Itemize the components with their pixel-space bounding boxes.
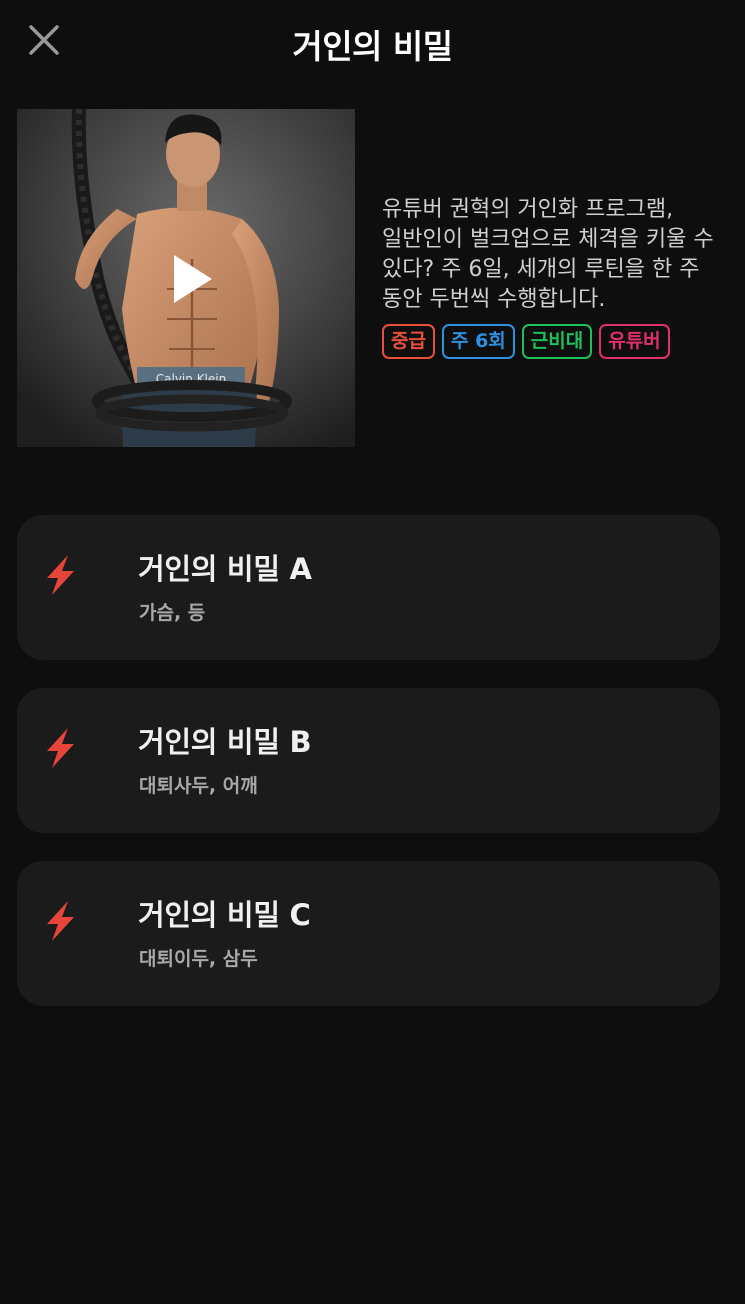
- tag-category: 유튜버: [599, 324, 670, 359]
- play-icon[interactable]: [162, 249, 222, 309]
- tag-goal: 근비대: [521, 324, 593, 359]
- routine-title: 거인의 비밀 A: [138, 552, 312, 586]
- program-tags: 중급 주 6회 근비대 유튜버: [382, 324, 670, 359]
- lightning-icon: [47, 555, 74, 595]
- routine-title: 거인의 비밀 B: [138, 725, 312, 759]
- routine-card-b[interactable]: 거인의 비밀 B 대퇴사두, 어깨: [17, 688, 720, 833]
- program-video-thumbnail[interactable]: Calvin Klein: [17, 109, 355, 447]
- routine-card-c[interactable]: 거인의 비밀 C 대퇴이두, 삼두: [17, 861, 720, 1006]
- header: 거인의 비밀: [0, 0, 745, 88]
- lightning-icon: [47, 728, 74, 768]
- routine-subtitle: 가슴, 등: [139, 602, 206, 624]
- tag-frequency: 주 6회: [441, 324, 515, 359]
- routine-list: 거인의 비밀 A 가슴, 등 거인의 비밀 B 대퇴사두, 어깨 거인의 비밀 …: [17, 515, 720, 1034]
- routine-card-a[interactable]: 거인의 비밀 A 가슴, 등: [17, 515, 720, 660]
- tag-level: 중급: [382, 324, 435, 359]
- page-title: 거인의 비밀: [292, 27, 453, 66]
- routine-title: 거인의 비밀 C: [138, 898, 311, 932]
- program-description: 유튜버 권혁의 거인화 프로그램, 일반인이 벌크업으로 체격을 키울 수 있다…: [382, 197, 714, 312]
- lightning-icon: [47, 901, 74, 941]
- routine-subtitle: 대퇴이두, 삼두: [139, 948, 258, 970]
- routine-subtitle: 대퇴사두, 어깨: [139, 775, 258, 797]
